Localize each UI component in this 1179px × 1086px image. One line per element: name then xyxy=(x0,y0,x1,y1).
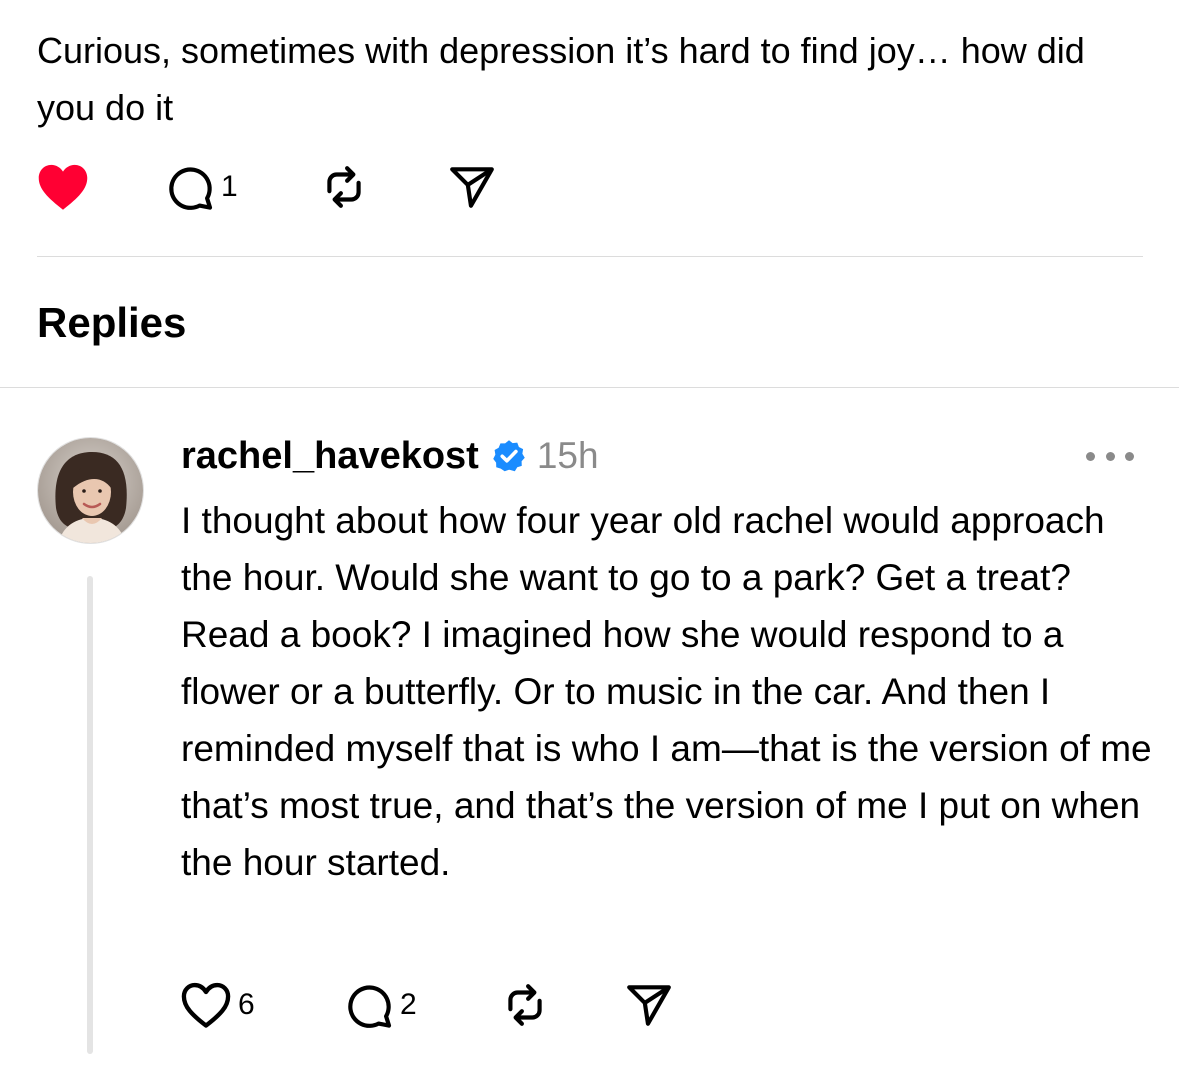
replies-divider xyxy=(0,387,1179,388)
post-action-bar: 1 xyxy=(37,162,497,212)
reply-header: rachel_havekost 15h xyxy=(181,428,599,484)
repost-button[interactable] xyxy=(319,162,447,212)
comment-button[interactable]: 1 xyxy=(165,162,319,212)
more-icon-dot xyxy=(1105,451,1115,461)
comment-count: 1 xyxy=(221,170,238,203)
avatar[interactable] xyxy=(37,437,144,544)
more-icon-dot xyxy=(1125,451,1134,461)
post-text: Curious, sometimes with depression it’s … xyxy=(37,30,1085,128)
repost-button[interactable] xyxy=(500,980,624,1030)
repost-icon xyxy=(327,166,361,208)
like-button[interactable] xyxy=(37,163,165,211)
verified-badge-icon xyxy=(493,440,525,472)
timestamp: 15h xyxy=(536,435,599,476)
send-icon xyxy=(450,167,494,208)
replies-heading: Replies xyxy=(37,299,187,346)
heart-outline-icon xyxy=(181,982,231,1028)
post-divider xyxy=(37,256,1143,257)
comment-icon xyxy=(169,167,213,210)
share-button[interactable] xyxy=(447,162,497,212)
reply-text: I thought about how four year old rachel… xyxy=(181,500,1152,883)
username[interactable]: rachel_havekost xyxy=(181,435,479,478)
thread-line xyxy=(87,576,93,1054)
heart-filled-icon xyxy=(38,164,88,210)
comment-button[interactable]: 2 xyxy=(344,980,500,1030)
reply-action-bar: 6 2 xyxy=(180,980,674,1030)
more-icon-dot xyxy=(1086,451,1095,461)
more-button[interactable] xyxy=(1086,440,1134,472)
send-icon xyxy=(627,985,671,1026)
like-button[interactable]: 6 xyxy=(180,981,344,1029)
comment-icon xyxy=(348,985,392,1028)
like-count: 6 xyxy=(238,988,255,1021)
repost-icon xyxy=(508,984,542,1026)
comment-count: 2 xyxy=(400,988,417,1021)
share-button[interactable] xyxy=(624,980,674,1030)
